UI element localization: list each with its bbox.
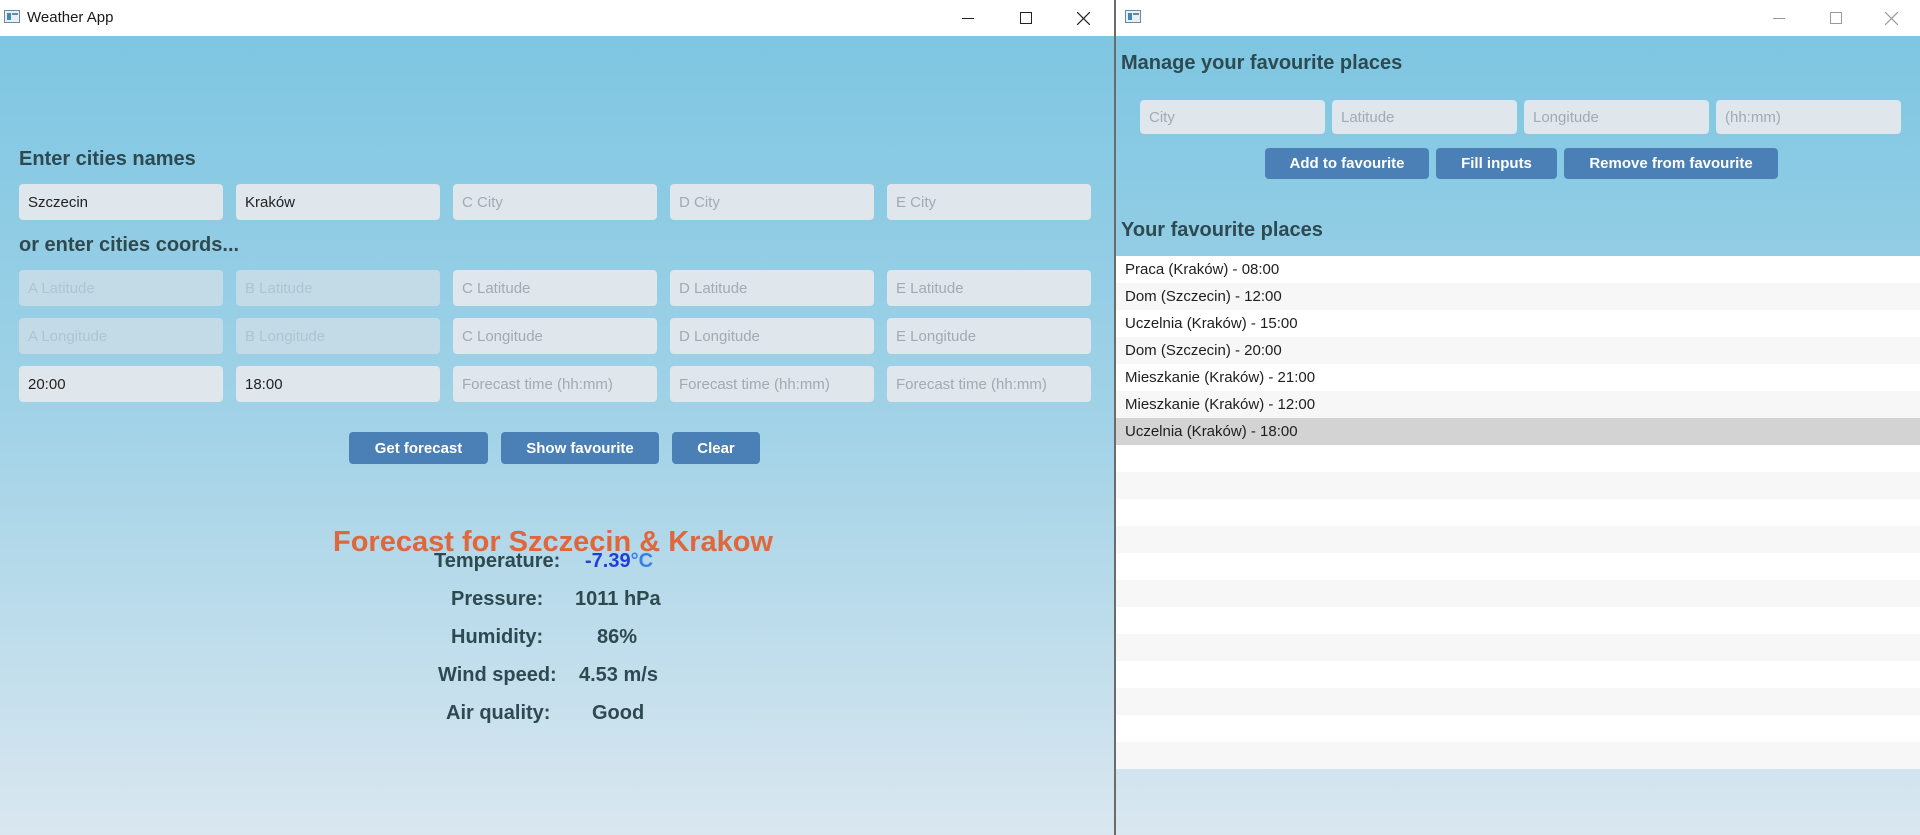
- empty-list-row: [1116, 607, 1920, 634]
- air-quality-label: Air quality:: [446, 702, 551, 724]
- list-item[interactable]: Dom (Szczecin) - 12:00: [1116, 283, 1920, 310]
- longitude-b-input: [236, 318, 440, 354]
- title-bar[interactable]: Weather App: [0, 0, 1114, 36]
- title-bar[interactable]: [1116, 0, 1920, 36]
- temperature-label: Temperature:: [434, 550, 561, 572]
- maximize-icon: [1019, 12, 1032, 24]
- list-item[interactable]: Mieszkanie (Kraków) - 21:00: [1116, 364, 1920, 391]
- list-item[interactable]: Mieszkanie (Kraków) - 12:00: [1116, 391, 1920, 418]
- list-item-selected[interactable]: Uczelnia (Kraków) - 18:00: [1116, 418, 1920, 445]
- weather-form-panel: Enter cities names or enter cities coord…: [0, 36, 1114, 835]
- favourite-places-heading: Your favourite places: [1121, 219, 1323, 241]
- close-button[interactable]: [1863, 0, 1920, 36]
- add-to-favourite-button[interactable]: Add to favourite: [1265, 148, 1429, 179]
- time-d-input[interactable]: [670, 366, 874, 402]
- city-e-input[interactable]: [887, 184, 1091, 220]
- empty-list-row: [1116, 553, 1920, 580]
- latitude-c-input[interactable]: [453, 270, 657, 306]
- empty-list-row: [1116, 661, 1920, 688]
- air-quality-value: Good: [592, 702, 645, 724]
- empty-list-row: [1116, 445, 1920, 472]
- latitude-b-input: [236, 270, 440, 306]
- fill-inputs-button[interactable]: Fill inputs: [1436, 148, 1557, 179]
- list-item[interactable]: Uczelnia (Kraków) - 15:00: [1116, 310, 1920, 337]
- empty-list-row: [1116, 715, 1920, 742]
- app-window-icon: [4, 10, 20, 23]
- favourites-list[interactable]: Praca (Kraków) - 08:00 Dom (Szczecin) - …: [1116, 256, 1920, 769]
- empty-list-row: [1116, 499, 1920, 526]
- latitude-d-input[interactable]: [670, 270, 874, 306]
- latitude-a-input: [19, 270, 223, 306]
- empty-list-row: [1116, 742, 1920, 769]
- latitude-e-input[interactable]: [887, 270, 1091, 306]
- empty-list-row: [1116, 580, 1920, 607]
- empty-list-row: [1116, 688, 1920, 715]
- remove-from-favourite-button[interactable]: Remove from favourite: [1564, 148, 1778, 179]
- temperature-unit: °C: [630, 550, 654, 572]
- time-b-input[interactable]: [236, 366, 440, 402]
- city-a-input[interactable]: [19, 184, 223, 220]
- maximize-icon: [1829, 12, 1842, 24]
- favourite-latitude-input[interactable]: [1332, 100, 1517, 134]
- minimize-icon: [961, 18, 974, 19]
- list-item[interactable]: Praca (Kraków) - 08:00: [1116, 256, 1920, 283]
- show-favourite-button[interactable]: Show favourite: [501, 432, 659, 464]
- time-e-input[interactable]: [887, 366, 1091, 402]
- close-button[interactable]: [1055, 0, 1112, 36]
- longitude-e-input[interactable]: [887, 318, 1091, 354]
- pressure-label: Pressure:: [451, 588, 544, 610]
- longitude-a-input: [19, 318, 223, 354]
- favourites-window: Manage your favourite places Add to favo…: [1116, 0, 1920, 835]
- temperature-value: -7.39°C: [585, 550, 653, 573]
- cities-heading: Enter cities names: [19, 148, 196, 170]
- clear-button[interactable]: Clear: [672, 432, 760, 464]
- city-c-input[interactable]: [453, 184, 657, 220]
- city-d-input[interactable]: [670, 184, 874, 220]
- city-b-input[interactable]: [236, 184, 440, 220]
- wind-speed-value: 4.53 m/s: [579, 664, 658, 686]
- maximize-button[interactable]: [997, 0, 1054, 36]
- get-forecast-button[interactable]: Get forecast: [349, 432, 488, 464]
- minimize-icon: [1772, 18, 1785, 19]
- minimize-button[interactable]: [1750, 0, 1807, 36]
- maximize-button[interactable]: [1807, 0, 1864, 36]
- window-title: Weather App: [27, 9, 114, 26]
- longitude-d-input[interactable]: [670, 318, 874, 354]
- favourite-longitude-input[interactable]: [1524, 100, 1709, 134]
- list-item[interactable]: Dom (Szczecin) - 20:00: [1116, 337, 1920, 364]
- humidity-value: 86%: [597, 626, 638, 648]
- humidity-label: Humidity:: [451, 626, 544, 648]
- minimize-button[interactable]: [939, 0, 996, 36]
- app-window-icon: [1125, 10, 1141, 23]
- close-icon: [1077, 11, 1090, 25]
- empty-list-row: [1116, 634, 1920, 661]
- manage-heading: Manage your favourite places: [1121, 52, 1403, 74]
- temperature-number: -7.39: [585, 550, 631, 572]
- weather-app-window: Weather App Enter cities names or enter …: [0, 0, 1114, 835]
- empty-list-row: [1116, 526, 1920, 553]
- pressure-value: 1011 hPa: [575, 588, 661, 610]
- coords-heading: or enter cities coords...: [19, 234, 240, 256]
- time-c-input[interactable]: [453, 366, 657, 402]
- empty-list-row: [1116, 472, 1920, 499]
- wind-speed-label: Wind speed:: [438, 664, 557, 686]
- favourite-time-input[interactable]: [1716, 100, 1901, 134]
- favourite-city-input[interactable]: [1140, 100, 1325, 134]
- close-icon: [1885, 11, 1898, 25]
- longitude-c-input[interactable]: [453, 318, 657, 354]
- time-a-input[interactable]: [19, 366, 223, 402]
